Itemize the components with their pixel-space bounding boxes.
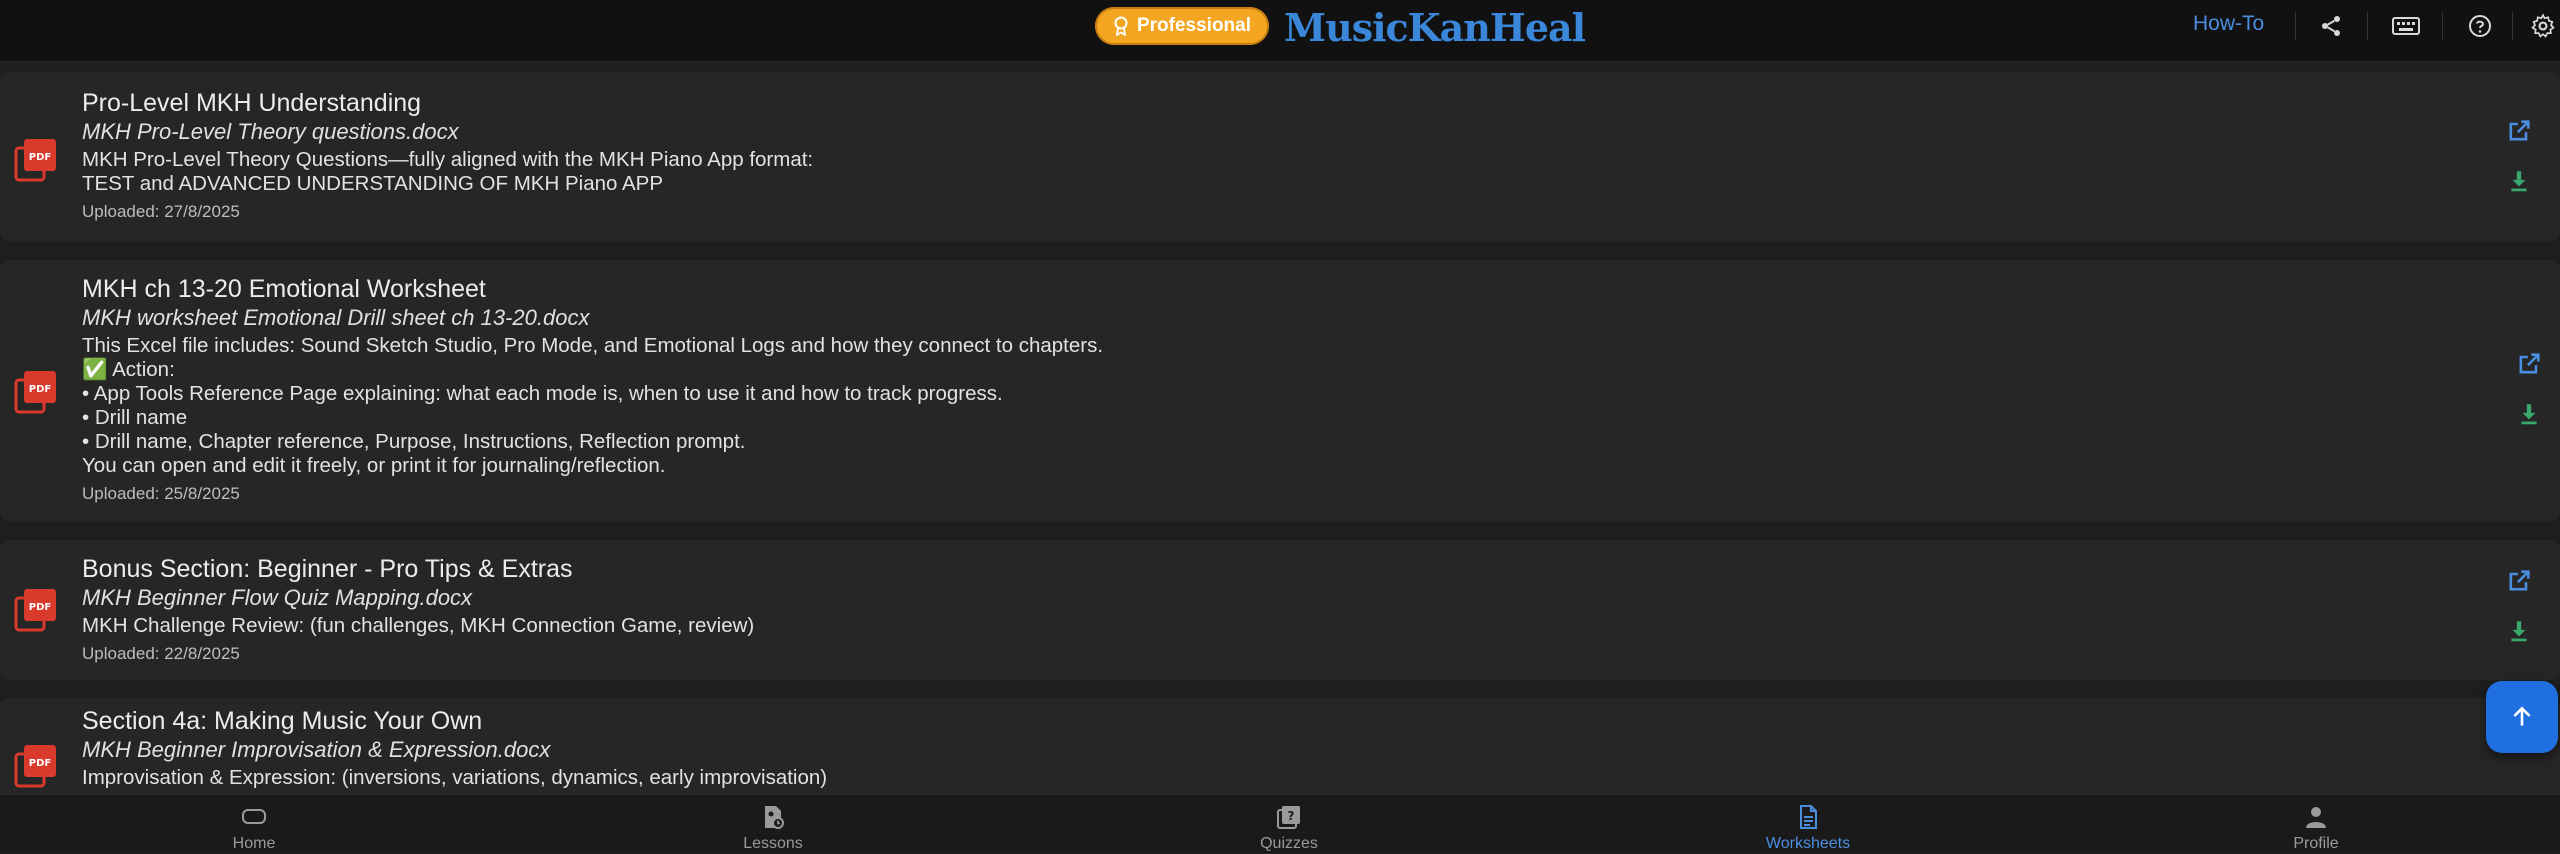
list-item[interactable]: PDF Bonus Section: Beginner - Pro Tips &…	[0, 540, 2560, 680]
nav-lessons[interactable]: Lessons	[673, 795, 873, 854]
nav-home[interactable]: Home	[154, 795, 354, 854]
nav-label: Lessons	[743, 835, 803, 852]
nav-label: Profile	[2293, 835, 2339, 852]
pdf-icon: PDF	[14, 745, 56, 788]
item-date: Uploaded: 25/8/2025	[82, 484, 240, 503]
svg-text:PDF: PDF	[29, 758, 51, 769]
download-icon[interactable]	[2502, 164, 2536, 198]
item-filename: MKH Pro-Level Theory questions.docx	[82, 119, 459, 144]
help-icon[interactable]	[2465, 11, 2495, 41]
keyboard-icon[interactable]	[2391, 11, 2421, 41]
worksheet-list[interactable]: PDF Pro-Level MKH Understanding MKH Pro-…	[0, 62, 2560, 794]
list-item[interactable]: PDF Pro-Level MKH Understanding MKH Pro-…	[0, 72, 2560, 242]
item-description: This Excel file includes: Sound Sketch S…	[82, 334, 1104, 477]
svg-text:PDF: PDF	[29, 384, 51, 395]
svg-text:PDF: PDF	[29, 152, 51, 163]
item-description: Improvisation & Expression: (inversions,…	[82, 766, 828, 789]
item-title: Pro-Level MKH Understanding	[82, 89, 422, 117]
how-to-link[interactable]: How-To	[2193, 12, 2264, 36]
open-external-icon[interactable]	[2512, 347, 2546, 381]
nav-profile[interactable]: Profile	[2216, 795, 2416, 854]
pdf-icon: PDF	[14, 589, 56, 632]
home-icon	[242, 809, 266, 824]
nav-label: Worksheets	[1765, 835, 1851, 852]
scroll-to-top-button[interactable]	[2486, 681, 2558, 753]
download-icon[interactable]	[2502, 614, 2536, 648]
nav-label: Quizzes	[1260, 835, 1318, 852]
gear-icon[interactable]	[2528, 11, 2558, 41]
header-divider	[2512, 12, 2513, 40]
open-external-icon[interactable]	[2502, 564, 2536, 598]
item-text: Bonus Section: Beginner - Pro Tips & Ext…	[82, 554, 2420, 664]
list-item[interactable]: PDF Section 4a: Making Music Your Own MK…	[0, 698, 2560, 794]
open-external-icon[interactable]	[2502, 114, 2536, 148]
app-header: Professional MusicKanHeal How-To	[0, 0, 2560, 62]
svg-text:PDF: PDF	[29, 602, 51, 613]
svg-text:?: ?	[1288, 809, 1295, 823]
nav-worksheets[interactable]: Worksheets	[1708, 795, 1908, 854]
worksheets-icon	[1800, 805, 1817, 829]
item-text: Pro-Level MKH Understanding MKH Pro-Leve…	[82, 88, 2420, 222]
item-filename: MKH worksheet Emotional Drill sheet ch 1…	[82, 305, 590, 330]
quizzes-icon: ?	[1277, 806, 1300, 829]
header-divider	[2442, 12, 2443, 40]
nav-quizzes[interactable]: ? Quizzes	[1189, 795, 1389, 854]
item-title: MKH ch 13-20 Emotional Worksheet	[82, 275, 486, 303]
nav-label: Home	[232, 835, 276, 852]
item-text: Section 4a: Making Music Your Own MKH Be…	[82, 706, 2420, 790]
medal-icon	[1114, 16, 1128, 36]
item-date: Uploaded: 22/8/2025	[82, 644, 240, 663]
brand-logo: MusicKanHeal	[1284, 4, 1586, 50]
pdf-icon: PDF	[14, 139, 56, 182]
item-title: Section 4a: Making Music Your Own	[82, 707, 483, 735]
item-text: MKH ch 13-20 Emotional Worksheet MKH wor…	[82, 274, 2420, 504]
item-title: Bonus Section: Beginner - Pro Tips & Ext…	[82, 555, 573, 583]
bottom-navigation: Home Lessons ? Quizzes Worksheets Profil…	[0, 794, 2560, 853]
profile-icon	[2306, 807, 2326, 828]
header-divider	[2367, 12, 2368, 40]
arrow-up-icon	[2513, 706, 2531, 726]
item-filename: MKH Beginner Improvisation & Expression.…	[82, 737, 551, 762]
header-divider	[2295, 12, 2296, 40]
share-icon[interactable]	[2316, 11, 2346, 41]
badge-label: Professional	[1136, 15, 1252, 36]
item-date: Uploaded: 27/8/2025	[82, 202, 240, 221]
item-description: MKH Challenge Review: (fun challenges, M…	[82, 614, 755, 637]
lessons-icon	[765, 806, 784, 829]
download-icon[interactable]	[2512, 397, 2546, 431]
list-item[interactable]: PDF MKH ch 13-20 Emotional Worksheet MKH…	[0, 260, 2560, 522]
pdf-icon: PDF	[14, 371, 56, 414]
professional-badge[interactable]: Professional	[1095, 7, 1269, 45]
item-filename: MKH Beginner Flow Quiz Mapping.docx	[82, 585, 473, 610]
item-description: MKH Pro-Level Theory Questions—fully ali…	[82, 148, 814, 195]
